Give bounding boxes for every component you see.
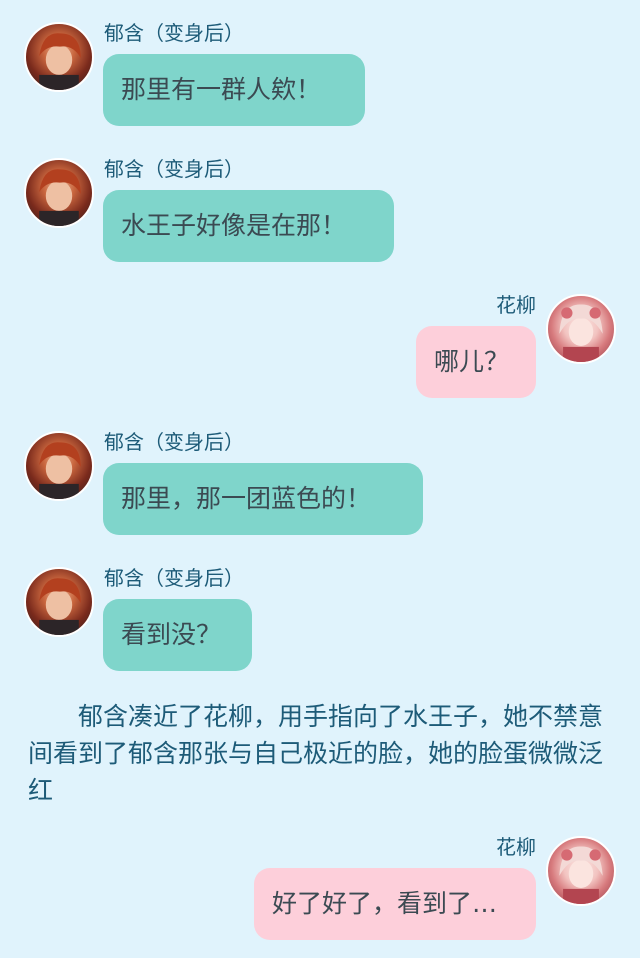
message-bubble: 哪儿？ [416, 326, 536, 398]
speaker-name: 花柳 [496, 835, 536, 859]
yuhan-avatar-icon[interactable] [24, 431, 94, 501]
yuhan-avatar-icon[interactable] [24, 567, 94, 637]
yuhan-avatar-icon[interactable] [24, 158, 94, 228]
speaker-name: 郁含（变身后） [104, 430, 244, 454]
yuhan-avatar-icon[interactable] [24, 22, 94, 92]
speaker-name: 花柳 [496, 293, 536, 317]
speaker-name: 郁含（变身后） [104, 157, 244, 181]
message-bubble: 水王子好像是在那！ [103, 190, 394, 262]
message-bubble: 那里，那一团蓝色的！ [103, 463, 423, 535]
message-bubble: 好了好了，看到了… [254, 868, 536, 940]
message-bubble: 那里有一群人欸！ [103, 54, 365, 126]
hualiu-avatar-icon[interactable] [546, 294, 616, 364]
narration-text: 郁含凑近了花柳，用手指向了水王子，她不禁意间看到了郁含那张与自己极近的脸，她的脸… [28, 702, 604, 805]
speaker-name: 郁含（变身后） [104, 21, 244, 45]
message-bubble: 看到没？ [103, 599, 252, 671]
speaker-name: 郁含（变身后） [104, 566, 244, 590]
hualiu-avatar-icon[interactable] [546, 836, 616, 906]
